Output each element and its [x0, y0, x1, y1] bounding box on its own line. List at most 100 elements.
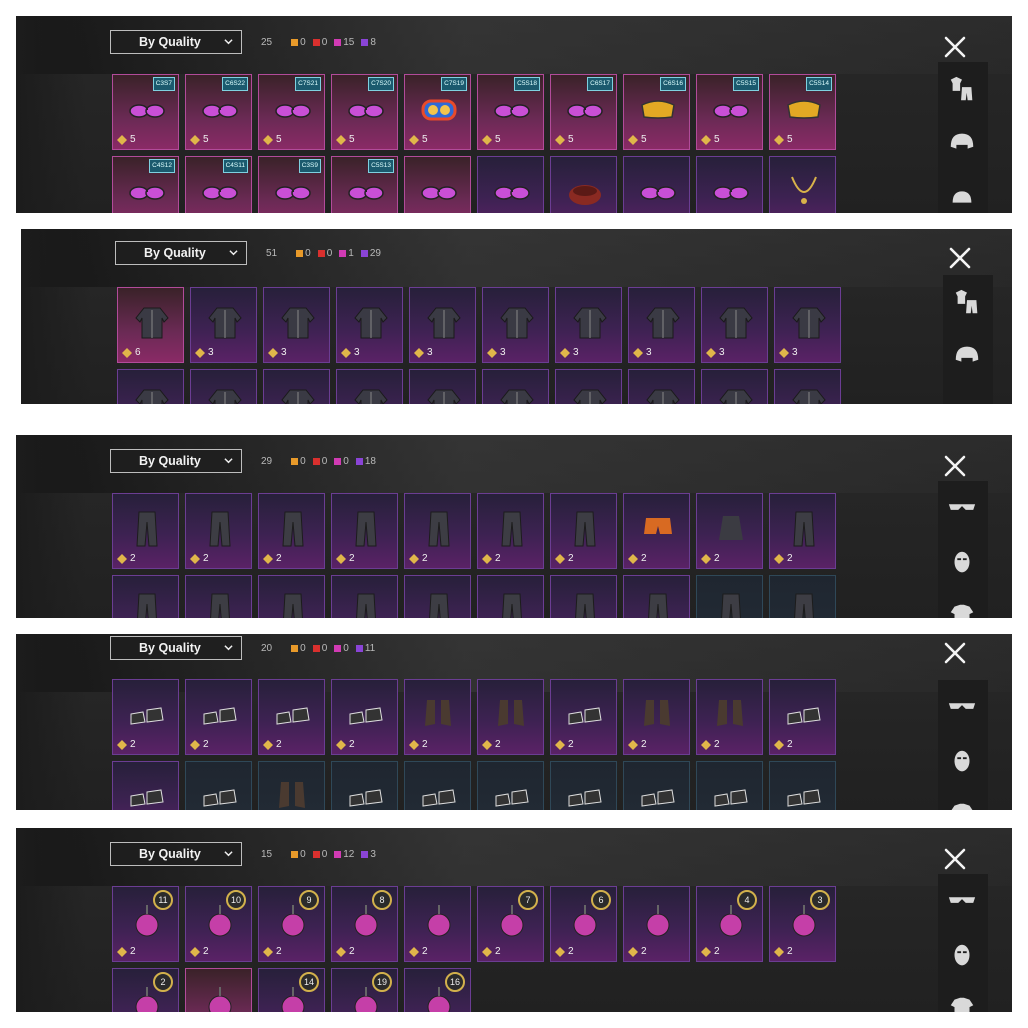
item-tile[interactable]: C5S15 5 — [696, 74, 763, 150]
item-tile[interactable] — [696, 156, 763, 213]
item-tile[interactable]: 2 — [623, 493, 690, 569]
item-tile[interactable]: 3 — [263, 287, 330, 363]
item-tile[interactable] — [185, 968, 252, 1012]
item-tile[interactable]: 2 — [258, 679, 325, 755]
item-tile[interactable] — [477, 156, 544, 213]
item-tile[interactable]: 2 — [769, 679, 836, 755]
item-tile[interactable] — [404, 156, 471, 213]
item-tile[interactable] — [263, 369, 330, 404]
item-tile[interactable]: 3 — [628, 287, 695, 363]
item-tile[interactable] — [482, 369, 549, 404]
mask-face-icon[interactable] — [947, 940, 977, 970]
item-tile[interactable]: 2 — [112, 968, 179, 1012]
item-tile[interactable]: 2 — [112, 679, 179, 755]
item-tile[interactable] — [404, 575, 471, 618]
item-tile[interactable] — [623, 156, 690, 213]
shirt-icon[interactable] — [947, 601, 977, 618]
item-tile[interactable]: 92 — [258, 886, 325, 962]
item-tile[interactable] — [769, 156, 836, 213]
item-tile[interactable]: C7S20 5 — [331, 74, 398, 150]
item-tile[interactable]: 11 2 — [112, 886, 179, 962]
item-tile[interactable]: 2 — [696, 493, 763, 569]
item-tile[interactable]: C3S7 5 — [112, 74, 179, 150]
item-tile[interactable] — [477, 761, 544, 810]
item-tile[interactable] — [623, 575, 690, 618]
item-tile[interactable] — [623, 761, 690, 810]
item-tile[interactable]: C7S19 5 — [404, 74, 471, 150]
mask-face-icon[interactable] — [947, 746, 977, 776]
item-tile[interactable] — [696, 575, 763, 618]
item-tile[interactable] — [550, 761, 617, 810]
sort-dropdown[interactable]: By Quality — [110, 636, 242, 660]
item-tile[interactable] — [409, 369, 476, 404]
item-tile[interactable] — [404, 761, 471, 810]
item-tile[interactable]: 3 — [701, 287, 768, 363]
sort-dropdown[interactable]: By Quality — [110, 842, 242, 866]
item-tile[interactable]: 32 — [769, 886, 836, 962]
item-tile[interactable] — [477, 575, 544, 618]
item-tile[interactable]: 2 — [477, 679, 544, 755]
item-tile[interactable]: 2 — [404, 886, 471, 962]
close-icon[interactable] — [942, 640, 968, 666]
item-tile[interactable] — [331, 761, 398, 810]
item-tile[interactable]: C4S12 — [112, 156, 179, 213]
item-tile[interactable]: 2 — [185, 493, 252, 569]
close-icon[interactable] — [942, 453, 968, 479]
item-tile[interactable] — [774, 369, 841, 404]
item-tile[interactable]: 2 — [550, 493, 617, 569]
item-tile[interactable]: 42 — [696, 886, 763, 962]
shirt-icon[interactable] — [947, 994, 977, 1012]
item-tile[interactable] — [331, 575, 398, 618]
sunglasses-icon[interactable] — [947, 493, 977, 523]
sort-dropdown[interactable]: By Quality — [110, 449, 242, 473]
item-tile[interactable]: 3 — [482, 287, 549, 363]
close-icon[interactable] — [942, 34, 968, 60]
item-tile[interactable]: 10 2 — [185, 886, 252, 962]
item-tile[interactable]: C3S9 — [258, 156, 325, 213]
item-tile[interactable]: 2 — [550, 679, 617, 755]
item-tile[interactable] — [769, 761, 836, 810]
item-tile[interactable]: 2 — [477, 493, 544, 569]
item-tile[interactable]: 16 — [404, 968, 471, 1012]
item-tile[interactable]: 2 — [331, 679, 398, 755]
item-tile[interactable] — [696, 761, 763, 810]
item-tile[interactable]: C7S21 5 — [258, 74, 325, 150]
item-tile[interactable] — [769, 575, 836, 618]
item-tile[interactable]: 14 — [258, 968, 325, 1012]
item-tile[interactable]: C5S14 5 — [769, 74, 836, 150]
item-tile[interactable]: 2 — [404, 679, 471, 755]
item-tile[interactable]: 3 — [409, 287, 476, 363]
item-tile[interactable] — [701, 369, 768, 404]
item-tile[interactable]: 2 — [696, 679, 763, 755]
shirt-pants-icon[interactable] — [947, 74, 977, 104]
item-tile[interactable] — [550, 156, 617, 213]
item-tile[interactable]: 2 — [112, 493, 179, 569]
shirt-pants-icon[interactable] — [952, 287, 982, 317]
item-tile[interactable]: 2 — [258, 493, 325, 569]
item-tile[interactable]: 2 — [769, 493, 836, 569]
item-tile[interactable] — [185, 761, 252, 810]
shirt-icon[interactable] — [947, 800, 977, 810]
item-tile[interactable]: C4S11 — [185, 156, 252, 213]
cap-icon[interactable] — [947, 182, 977, 212]
mask-face-icon[interactable] — [947, 547, 977, 577]
item-tile[interactable]: C5S13 — [331, 156, 398, 213]
item-tile[interactable]: C6S16 5 — [623, 74, 690, 150]
item-tile[interactable]: 19 — [331, 968, 398, 1012]
sunglasses-icon[interactable] — [947, 692, 977, 722]
item-tile[interactable]: 6 — [117, 287, 184, 363]
item-tile[interactable] — [112, 761, 179, 810]
item-tile[interactable] — [112, 575, 179, 618]
item-tile[interactable]: 2 — [623, 679, 690, 755]
item-tile[interactable] — [258, 761, 325, 810]
helmet-icon[interactable] — [952, 341, 982, 371]
item-tile[interactable]: 3 — [774, 287, 841, 363]
item-tile[interactable] — [550, 575, 617, 618]
item-tile[interactable]: 3 — [336, 287, 403, 363]
item-tile[interactable]: C6S17 5 — [550, 74, 617, 150]
close-icon[interactable] — [942, 846, 968, 872]
item-tile[interactable] — [628, 369, 695, 404]
helmet-icon[interactable] — [947, 128, 977, 158]
item-tile[interactable] — [185, 575, 252, 618]
item-tile[interactable]: 2 — [623, 886, 690, 962]
